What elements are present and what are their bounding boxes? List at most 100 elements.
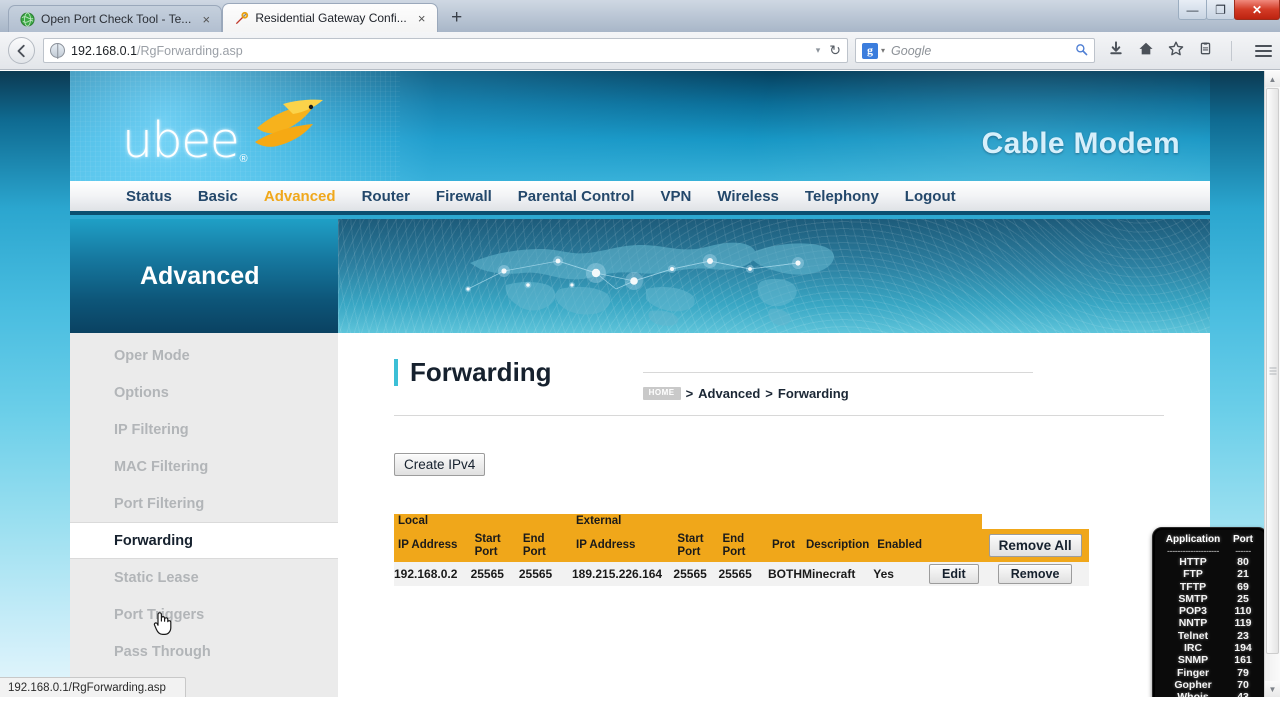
group-header-spacer-2 — [802, 514, 874, 529]
breadcrumb-separator: > — [685, 386, 694, 401]
sidebar-item-oper-mode[interactable]: Oper Mode — [70, 337, 338, 374]
nav-item-basic[interactable]: Basic — [198, 188, 238, 205]
breadcrumb-advanced[interactable]: Advanced — [698, 386, 760, 401]
port-num: 23 — [1237, 629, 1249, 642]
scrollbar-thumb[interactable] — [1266, 88, 1279, 654]
cell-local-end: 25565 — [518, 562, 572, 586]
ubee-logo[interactable]: ubee ® — [122, 98, 325, 165]
sidebar-item-port-triggers[interactable]: Port Triggers — [70, 596, 338, 633]
table-group-header-row: Local External — [394, 514, 1089, 529]
port-reference-box: Application Port -------------------- --… — [1152, 527, 1268, 697]
divider-dashes-port: ------ — [1235, 546, 1251, 553]
breadcrumb-forwarding: Forwarding — [777, 386, 849, 401]
remove-button[interactable]: Remove — [997, 564, 1073, 584]
menu-hamburger-icon[interactable] — [1255, 44, 1272, 57]
search-input[interactable]: Google — [891, 44, 1075, 58]
cell-enabled: Yes — [873, 562, 926, 586]
cell-ext-end: 25565 — [718, 562, 768, 586]
port-num: 161 — [1234, 654, 1252, 667]
forwarding-table: Local External IP Address Start Port End… — [394, 514, 1089, 586]
chevron-down-icon[interactable]: ▾ — [816, 45, 821, 56]
port-app: FTP — [1183, 568, 1203, 581]
page-viewport: ubee ® Cable Modem Status Basic Advanced… — [0, 71, 1280, 697]
reload-icon[interactable]: ↻ — [829, 42, 841, 59]
nav-item-wireless[interactable]: Wireless — [717, 188, 779, 205]
nav-item-advanced[interactable]: Advanced — [264, 188, 336, 205]
create-ipv4-button[interactable]: Create IPv4 — [394, 453, 486, 476]
port-ref-row: Finger 79 — [1160, 667, 1260, 679]
breadcrumb: HOME > Advanced > Forwarding — [642, 372, 1033, 401]
port-ref-header-port: Port — [1233, 534, 1253, 545]
chevron-down-icon[interactable]: ▾ — [881, 46, 885, 55]
world-map-graphic — [410, 227, 1030, 332]
port-app: HTTP — [1179, 556, 1207, 568]
port-app: Telnet — [1177, 629, 1209, 642]
col-description: Description — [802, 529, 874, 562]
back-button[interactable] — [8, 37, 35, 64]
port-num: 43 — [1226, 691, 1260, 697]
download-icon[interactable] — [1107, 41, 1124, 60]
port-app: Whois — [1160, 691, 1226, 697]
home-icon[interactable] — [1137, 41, 1154, 60]
divider-dashes-app: -------------------- — [1167, 546, 1219, 553]
browser-tab-2[interactable]: Residential Gateway Confi... × — [222, 3, 438, 32]
col-ext-start-port: Start Port — [673, 529, 719, 562]
nav-item-firewall[interactable]: Firewall — [436, 188, 492, 205]
port-ref-row: SMTP 25 — [1160, 593, 1260, 605]
toolbar-divider — [1231, 40, 1232, 61]
page-scrollbar[interactable]: ▲ ▼ — [1264, 71, 1280, 697]
close-window-button[interactable]: ✕ — [1234, 0, 1280, 20]
close-icon[interactable]: × — [415, 11, 429, 25]
registered-mark-icon: ® — [239, 153, 248, 165]
sidebar-item-forwarding[interactable]: Forwarding — [70, 522, 338, 559]
maximize-button[interactable]: ❐ — [1206, 0, 1235, 20]
nav-item-status[interactable]: Status — [126, 188, 172, 205]
sidebar-item-options[interactable]: Options — [70, 374, 338, 411]
sidebar-item-pass-through[interactable]: Pass Through — [70, 633, 338, 670]
bookmark-star-icon[interactable] — [1167, 41, 1184, 60]
port-num: 21 — [1237, 568, 1249, 581]
port-ref-divider-row: -------------------- ------ — [1160, 546, 1260, 556]
sidebar-item-mac-filtering[interactable]: MAC Filtering — [70, 448, 338, 485]
browser-tab-1[interactable]: Open Port Check Tool - Te... × — [8, 5, 223, 32]
col-edit-blank — [926, 529, 982, 562]
section-banner: Advanced — [70, 219, 1210, 333]
port-num: 69 — [1237, 580, 1249, 593]
nav-item-vpn[interactable]: VPN — [660, 188, 691, 205]
main-content: Forwarding HOME > Advanced > Forwarding … — [338, 333, 1210, 697]
table-column-header-row: IP Address Start Port End Port IP Addres… — [394, 529, 1089, 562]
edit-button[interactable]: Edit — [929, 564, 979, 584]
reading-list-icon[interactable] — [1197, 41, 1214, 60]
port-app: POP3 — [1178, 605, 1207, 618]
minimize-button[interactable]: — — [1178, 0, 1207, 20]
nav-item-router[interactable]: Router — [362, 188, 410, 205]
sidebar-item-port-filtering[interactable]: Port Filtering — [70, 485, 338, 522]
scroll-up-arrow-icon[interactable]: ▲ — [1265, 71, 1280, 87]
port-num: 80 — [1237, 556, 1249, 568]
nav-item-logout[interactable]: Logout — [905, 188, 956, 205]
address-bar[interactable]: 192.168.0.1/RgForwarding.asp ▾ ↻ — [43, 38, 848, 63]
scroll-down-arrow-icon[interactable]: ▼ — [1265, 681, 1280, 697]
cell-local-start: 25565 — [470, 562, 519, 586]
nav-item-parental-control[interactable]: Parental Control — [518, 188, 635, 205]
primary-nav: Status Basic Advanced Router Firewall Pa… — [70, 181, 1210, 215]
nav-item-telephony[interactable]: Telephony — [805, 188, 879, 205]
section-title: Advanced — [70, 219, 338, 333]
magnifier-icon[interactable] — [1075, 43, 1088, 59]
col-enabled: Enabled — [873, 529, 926, 562]
new-tab-button[interactable]: + — [444, 5, 470, 31]
port-num: 119 — [1234, 617, 1252, 630]
google-icon: g — [862, 42, 878, 59]
sidebar-item-static-lease[interactable]: Static Lease — [70, 559, 338, 596]
forwarding-table-wrap: Local External IP Address Start Port End… — [394, 514, 1210, 586]
port-app: SMTP — [1178, 592, 1208, 605]
title-divider — [394, 415, 1164, 416]
col-local-ip: IP Address — [394, 529, 471, 562]
sidebar-item-ip-filtering[interactable]: IP Filtering — [70, 411, 338, 448]
port-ref-row: NNTP 119 — [1160, 617, 1260, 629]
remove-all-button[interactable]: Remove All — [988, 533, 1082, 558]
home-badge[interactable]: HOME — [642, 387, 681, 400]
close-icon[interactable]: × — [199, 12, 213, 26]
search-bar[interactable]: g ▾ Google — [855, 38, 1095, 63]
site-identity-icon — [50, 43, 65, 58]
